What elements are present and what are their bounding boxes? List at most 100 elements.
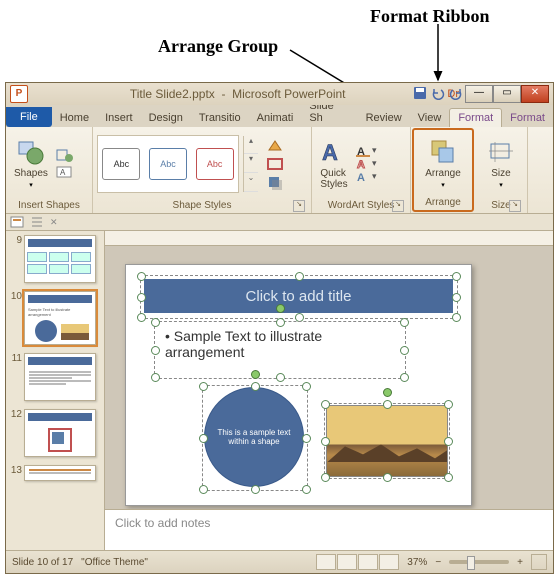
group-size: Size ▾ Size↘ (475, 127, 528, 213)
zoom-out-button[interactable]: − (435, 557, 441, 568)
window-controls: — ▭ ✕ (465, 85, 549, 103)
group-label-insert-shapes: Insert Shapes (10, 198, 88, 213)
thumb-slide-13[interactable] (24, 465, 96, 481)
normal-view-button[interactable] (316, 554, 336, 570)
text-fill-icon: A (356, 145, 370, 157)
arrange-icon (429, 138, 457, 166)
sorter-view-button[interactable] (337, 554, 357, 570)
shape-outline-icon[interactable] (266, 156, 284, 172)
picture-selection (324, 403, 450, 479)
slides-tab-icon[interactable] (10, 215, 24, 229)
text-fill-button[interactable]: A▾ (356, 145, 377, 157)
svg-text:A: A (60, 168, 66, 177)
text-box-icon[interactable]: A (56, 165, 74, 179)
qat-save-icon[interactable] (413, 86, 427, 100)
thumb-slide-10[interactable]: Sample Text to illustrate arrangement (24, 291, 96, 345)
thumb-number: 11 (8, 353, 22, 364)
thumb-slide-12[interactable] (24, 409, 96, 457)
size-icon (487, 138, 515, 166)
shape-style-3[interactable]: Abc (196, 148, 234, 180)
thumb-slide-11[interactable] (24, 353, 96, 401)
quick-styles-button[interactable]: A Quick Styles (316, 136, 352, 192)
slide-edit-area: Click to add title Sample Text to illust… (105, 231, 553, 550)
group-shape-styles: Abc Abc Abc ▴▾⌄ Shape Styles↘ (93, 127, 312, 213)
zoom-in-button[interactable]: + (517, 557, 523, 568)
text-effects-icon: A (356, 171, 370, 183)
slide-canvas[interactable]: Click to add title Sample Text to illust… (125, 264, 472, 506)
zoom-level[interactable]: 37% (407, 557, 427, 568)
ribbon: Shapes ▾ A Insert Shapes Abc Abc Abc ▴▾⌄ (6, 127, 553, 214)
thumb-slide-9[interactable] (24, 235, 96, 283)
minimize-button[interactable]: — (465, 85, 493, 103)
powerpoint-icon: P (10, 85, 28, 103)
edit-shape-icon[interactable] (56, 149, 74, 163)
tab-format-drawing[interactable]: Format (449, 108, 502, 127)
shapes-icon (17, 138, 45, 166)
powerpoint-window: P Title Slide2.pptx - Microsoft PowerPoi… (5, 82, 554, 574)
outline-thumb-tabs: ✕ (6, 214, 553, 231)
slideshow-view-button[interactable] (379, 554, 399, 570)
thumb-number: 12 (8, 409, 22, 420)
tab-view[interactable]: View (410, 109, 450, 127)
text-outline-button[interactable]: A▾ (356, 158, 377, 170)
body-placeholder[interactable]: Sample Text to illustrate arrangement (154, 321, 406, 379)
panel-close-icon[interactable]: ✕ (50, 217, 58, 228)
text-effects-button[interactable]: A▾ (356, 171, 377, 183)
tab-animations[interactable]: Animati (249, 109, 302, 127)
outline-tab-icon[interactable] (30, 215, 44, 229)
wordart-launcher[interactable]: ↘ (392, 200, 404, 212)
body-text: Sample Text to illustrate arrangement (155, 322, 405, 366)
svg-text:A: A (322, 140, 338, 165)
tab-file[interactable]: File (6, 107, 52, 127)
qat-redo-icon[interactable] (449, 86, 463, 100)
annotation-arrows (0, 0, 559, 85)
text-outline-icon: A (356, 158, 370, 170)
tab-transitions[interactable]: Transitio (191, 109, 249, 127)
circle-selection (202, 385, 308, 491)
slide-thumbnails-panel: 9 10 Sample Text to (6, 231, 105, 550)
quick-access-toolbar (413, 86, 463, 100)
group-label-size: Size↘ (479, 198, 523, 213)
maximize-button[interactable]: ▭ (493, 85, 521, 103)
size-launcher[interactable]: ↘ (509, 200, 521, 212)
group-label-arrange: Arrange (418, 195, 468, 210)
group-label-wordart: WordArt Styles↘ (316, 198, 406, 213)
tab-insert[interactable]: Insert (97, 109, 141, 127)
shape-style-2[interactable]: Abc (149, 148, 187, 180)
arrange-button[interactable]: Arrange ▾ (421, 136, 465, 191)
window-title: Title Slide2.pptx - Microsoft PowerPoint (28, 87, 447, 101)
tab-review[interactable]: Review (358, 109, 410, 127)
tab-home[interactable]: Home (52, 109, 97, 127)
title-selection (140, 275, 458, 319)
workspace: 9 10 Sample Text to (6, 231, 553, 550)
notes-pane[interactable]: Click to add notes (105, 509, 553, 550)
statusbar: Slide 10 of 17 "Office Theme" 37% − + (6, 550, 553, 573)
size-button[interactable]: Size ▾ (483, 136, 519, 191)
shape-effects-icon[interactable] (266, 174, 284, 190)
svg-text:A: A (357, 159, 365, 170)
qat-undo-icon[interactable] (431, 86, 445, 100)
horizontal-ruler (105, 231, 553, 246)
shape-style-1[interactable]: Abc (102, 148, 140, 180)
reading-view-button[interactable] (358, 554, 378, 570)
shape-style-gallery[interactable]: Abc Abc Abc (97, 135, 239, 193)
gallery-scroll[interactable]: ▴▾⌄ (243, 136, 258, 192)
tab-format-picture[interactable]: Format (502, 109, 553, 127)
thumb-number: 9 (8, 235, 22, 246)
group-insert-shapes: Shapes ▾ A Insert Shapes (6, 127, 93, 213)
zoom-slider[interactable] (449, 560, 509, 564)
status-theme: "Office Theme" (81, 557, 148, 568)
shape-styles-launcher[interactable]: ↘ (293, 200, 305, 212)
close-button[interactable]: ✕ (521, 85, 549, 103)
shapes-button[interactable]: Shapes ▾ (10, 136, 52, 191)
svg-text:A: A (357, 172, 365, 183)
fit-to-window-button[interactable] (531, 554, 547, 570)
quick-styles-icon: A (320, 138, 348, 166)
tab-design[interactable]: Design (141, 109, 191, 127)
group-wordart-styles: A Quick Styles A▾ A▾ A▾ WordArt Styles↘ (312, 127, 411, 213)
ribbon-tabs: File Home Insert Design Transitio Animat… (6, 105, 553, 127)
shape-fill-icon[interactable] (266, 138, 284, 154)
thumb-number: 10 (8, 291, 22, 302)
thumb-number: 13 (8, 465, 22, 476)
group-arrange: Arrange ▾ Arrange (412, 128, 474, 212)
